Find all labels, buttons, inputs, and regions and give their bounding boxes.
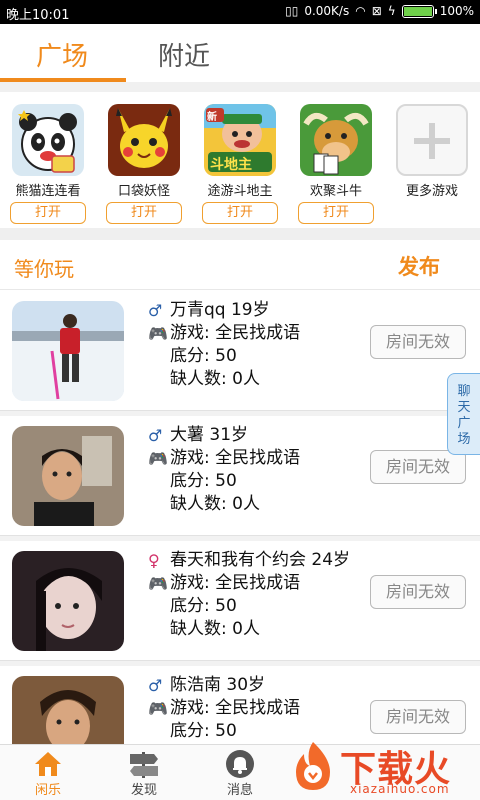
avatar[interactable] <box>12 301 124 401</box>
room-missing: 缺人数: 0人 <box>170 494 260 514</box>
home-icon <box>8 749 88 779</box>
nav-discover[interactable]: 发现 <box>104 749 184 798</box>
game-logo-text: 斗地主 <box>210 157 252 173</box>
dual-sim-icon: ▯▯ <box>285 4 299 18</box>
panda-game-icon[interactable] <box>12 104 84 176</box>
game-name: 口袋妖怪 <box>117 184 170 199</box>
no-sim-icon: ⊠ <box>371 4 382 18</box>
watermark: 下载火 xiazaihuo.com <box>290 736 480 800</box>
section-title: 等你玩 <box>14 257 74 281</box>
bull-game-icon[interactable] <box>300 104 372 176</box>
game-item: 欢聚斗牛 打开 <box>291 104 381 224</box>
more-games-item[interactable]: 更多游戏 <box>387 104 477 199</box>
avatar[interactable] <box>12 551 124 651</box>
room-game: 游戏: 全民找成语 <box>170 698 301 718</box>
gamepad-icon: 🎮 <box>148 449 168 468</box>
user-name-age: 春天和我有个约会 24岁 <box>170 550 351 570</box>
tab-square[interactable]: 广场 <box>36 36 88 73</box>
game-name: 熊猫连连看 <box>15 184 81 199</box>
nav-label: 发现 <box>130 783 157 798</box>
room-invalid-button[interactable]: 房间无效 <box>370 700 466 734</box>
bell-icon <box>200 749 280 779</box>
chat-tab-char: 场 <box>457 432 471 447</box>
status-time: 晚上10:01 <box>6 8 70 23</box>
open-game-button[interactable]: 打开 <box>202 202 278 224</box>
avatar[interactable] <box>12 426 124 526</box>
game-item: 口袋妖怪 打开 <box>99 104 189 224</box>
nav-label: 消息 <box>226 783 253 798</box>
room-info: ♂ 万青qq 19岁 🎮 游戏: 全民找成语 底分: 50 缺人数: 0人 <box>148 299 300 391</box>
signpost-icon <box>104 749 184 779</box>
room-score: 底分: 50 <box>170 721 237 741</box>
list-item[interactable]: ♂ 陈浩南 30岁 🎮 游戏: 全民找成语 底分: 50 房间无效 <box>0 666 480 744</box>
room-info: ♀ 春天和我有个约会 24岁 🎮 游戏: 全民找成语 底分: 50 缺人数: 0人 <box>148 549 350 641</box>
list-item[interactable]: ♂ 万青qq 19岁 🎮 游戏: 全民找成语 底分: 50 缺人数: 0人 房间无效 <box>0 291 480 411</box>
room-missing: 缺人数: 0人 <box>170 369 260 389</box>
room-game: 游戏: 全民找成语 <box>170 323 301 343</box>
game-name: 途游斗地主 <box>207 184 273 199</box>
list-item[interactable]: ♂ 大薯 31岁 🎮 游戏: 全民找成语 底分: 50 缺人数: 0人 房间无效 <box>0 416 480 536</box>
gamepad-icon: 🎮 <box>148 324 168 343</box>
game-item: 熊猫连连看 打开 <box>3 104 93 224</box>
game-name: 欢聚斗牛 <box>309 184 362 199</box>
open-game-button[interactable]: 打开 <box>298 202 374 224</box>
room-missing: 缺人数: 0人 <box>170 619 260 639</box>
room-invalid-button[interactable]: 房间无效 <box>370 325 466 359</box>
open-game-button[interactable]: 打开 <box>106 202 182 224</box>
chat-square-tab[interactable]: 聊 天 广 场 <box>447 373 480 455</box>
charging-icon: ϟ <box>387 4 396 18</box>
status-right: ▯▯ 0.00K/s ◠ ⊠ ϟ 100% <box>285 3 474 19</box>
divider <box>0 228 480 240</box>
list-item[interactable]: ♀ 春天和我有个约会 24岁 🎮 游戏: 全民找成语 底分: 50 缺人数: 0人 … <box>0 541 480 661</box>
doudizhu-game-icon[interactable]: 新 斗地主 <box>204 104 276 176</box>
male-icon: ♂ <box>148 301 163 320</box>
room-game: 游戏: 全民找成语 <box>170 448 301 468</box>
user-name-age: 万青qq 19岁 <box>170 300 270 320</box>
female-icon: ♀ <box>148 551 160 570</box>
nav-label: 闲乐 <box>34 783 61 798</box>
publish-button[interactable]: 发布 <box>398 251 440 281</box>
games-row: 熊猫连连看 打开 口袋妖怪 打开 新 斗地主 途游斗地主 打开 欢聚斗牛 打开 … <box>0 92 480 228</box>
wifi-icon: ◠ <box>355 4 366 18</box>
room-invalid-button[interactable]: 房间无效 <box>370 450 466 484</box>
nav-messages[interactable]: 消息 <box>200 749 280 798</box>
user-name-age: 大薯 31岁 <box>170 425 249 445</box>
tab-nearby[interactable]: 附近 <box>158 36 210 73</box>
watermark-url: xiazaihuo.com <box>350 782 450 796</box>
male-icon: ♂ <box>148 426 163 445</box>
new-badge: 新 <box>207 112 217 123</box>
room-info: ♂ 陈浩南 30岁 🎮 游戏: 全民找成语 底分: 50 <box>148 674 300 743</box>
nav-home[interactable]: 闲乐 <box>8 749 88 798</box>
room-score: 底分: 50 <box>170 346 237 366</box>
more-games-label: 更多游戏 <box>405 184 458 199</box>
open-game-button[interactable]: 打开 <box>10 202 86 224</box>
room-list[interactable]: ♂ 万青qq 19岁 🎮 游戏: 全民找成语 底分: 50 缺人数: 0人 房间无效… <box>0 291 480 744</box>
room-score: 底分: 50 <box>170 471 237 491</box>
pikachu-game-icon[interactable] <box>108 104 180 176</box>
chat-tab-char: 聊 <box>457 384 471 399</box>
battery-icon <box>401 4 437 18</box>
flame-logo-icon <box>296 742 330 790</box>
game-item: 新 斗地主 途游斗地主 打开 <box>195 104 285 224</box>
chat-tab-char: 广 <box>457 416 471 431</box>
room-info: ♂ 大薯 31岁 🎮 游戏: 全民找成语 底分: 50 缺人数: 0人 <box>148 424 300 516</box>
top-tabs: 广场 附近 <box>0 24 480 82</box>
plus-icon[interactable] <box>396 104 468 176</box>
section-header: 等你玩 发布 <box>0 240 480 290</box>
chat-tab-char: 天 <box>457 400 471 415</box>
gamepad-icon: 🎮 <box>148 574 168 593</box>
room-score: 底分: 50 <box>170 596 237 616</box>
user-name-age: 陈浩南 30岁 <box>170 675 266 695</box>
divider <box>0 82 480 92</box>
status-bar: 晚上10:01 ▯▯ 0.00K/s ◠ ⊠ ϟ 100% <box>0 0 480 24</box>
avatar[interactable] <box>12 676 124 744</box>
male-icon: ♂ <box>148 676 163 695</box>
battery-percent: 100% <box>439 4 474 18</box>
room-game: 游戏: 全民找成语 <box>170 573 301 593</box>
room-invalid-button[interactable]: 房间无效 <box>370 575 466 609</box>
net-speed: 0.00K/s <box>304 4 350 18</box>
gamepad-icon: 🎮 <box>148 699 168 718</box>
